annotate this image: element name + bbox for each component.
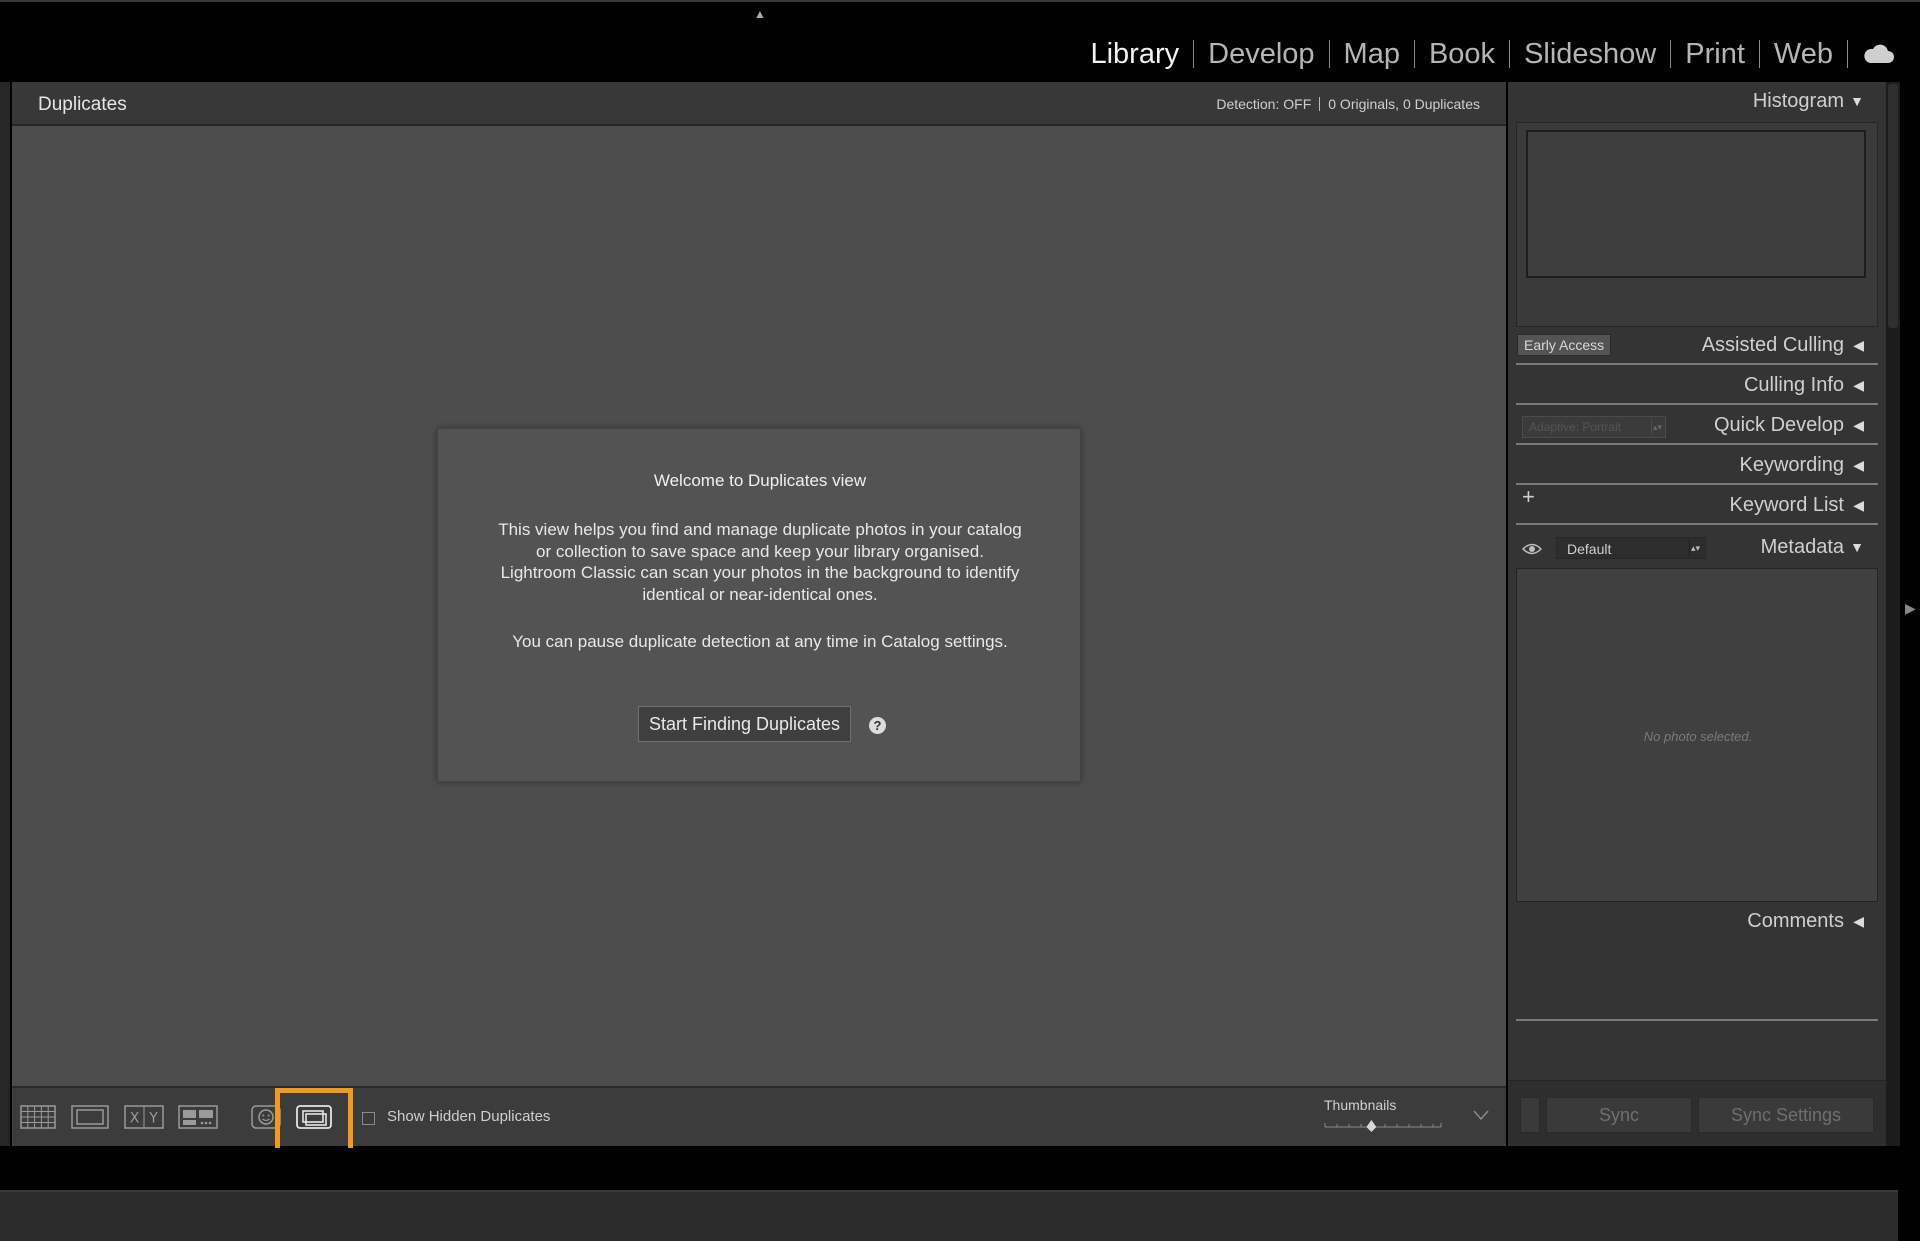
triangle-left-icon: ◀: [1853, 457, 1864, 473]
quick-develop-panel-header[interactable]: Quick Develop ◀: [1508, 406, 1886, 446]
keyword-list-title: Keyword List: [1729, 494, 1845, 516]
module-map[interactable]: Map: [1330, 38, 1414, 71]
compare-icon: X Y: [124, 1105, 164, 1129]
loupe-icon: [71, 1105, 109, 1129]
status-separator: [1319, 97, 1321, 111]
thumbnails-slider-knob[interactable]: [1366, 1120, 1377, 1132]
panel-divider: [1516, 1019, 1878, 1021]
duplicates-view-panel: Duplicates Detection: OFF 0 Originals, 0…: [12, 82, 1506, 1160]
view-toolbar: X Y Show Hidden Duplicates Thumbnails: [12, 1086, 1506, 1160]
start-finding-duplicates-button[interactable]: Start Finding Duplicates: [638, 706, 851, 742]
show-hidden-duplicates-label: Show Hidden Duplicates: [387, 1108, 551, 1125]
sync-settings-button[interactable]: Sync Settings: [1698, 1097, 1874, 1133]
dialog-note: You can pause duplicate detection at any…: [512, 632, 1008, 651]
culling-info-title: Culling Info: [1743, 374, 1844, 396]
module-print[interactable]: Print: [1671, 38, 1759, 71]
view-title: Duplicates: [38, 94, 127, 115]
cloud-icon[interactable]: [1862, 42, 1896, 66]
right-panel: Histogram ▼ Early Access Assisted Cullin…: [1508, 82, 1886, 1146]
quick-develop-title: Quick Develop: [1713, 414, 1844, 436]
keyword-list-panel-header[interactable]: Keyword List ◀: [1508, 486, 1886, 526]
module-slideshow[interactable]: Slideshow: [1510, 38, 1670, 71]
metadata-title: Metadata: [1760, 536, 1844, 558]
collapse-right-panel-icon[interactable]: ▶: [1905, 600, 1916, 620]
filmstrip-header: [0, 1148, 1920, 1190]
thumbnails-slider[interactable]: [1323, 1118, 1443, 1132]
loupe-view-button[interactable]: [68, 1102, 112, 1132]
panel-divider: [1516, 403, 1878, 405]
panel-divider: [1516, 443, 1878, 445]
help-icon[interactable]: ?: [869, 717, 886, 734]
module-develop[interactable]: Develop: [1194, 38, 1328, 71]
keywording-title: Keywording: [1739, 454, 1844, 476]
panel-divider: [1516, 363, 1878, 365]
duplicate-counts: 0 Originals, 0 Duplicates: [1328, 96, 1480, 112]
assisted-culling-panel-header[interactable]: Assisted Culling ◀: [1508, 326, 1886, 366]
svg-text:X: X: [130, 1111, 140, 1127]
dialog-description: This view helps you find and manage dupl…: [498, 520, 1022, 604]
metadata-panel-header[interactable]: Metadata ▼: [1508, 528, 1886, 568]
toolbar-menu-chevron-down-icon[interactable]: [1472, 1106, 1490, 1124]
comments-title: Comments: [1747, 910, 1844, 932]
module-library[interactable]: Library: [1076, 38, 1193, 71]
thumbnails-label: Thumbnails: [1324, 1097, 1397, 1113]
welcome-dialog: Welcome to Duplicates view This view hel…: [437, 428, 1081, 782]
auto-sync-switch[interactable]: [1520, 1097, 1540, 1133]
filmstrip: [0, 1190, 1898, 1241]
right-panel-scrollbar-thumb[interactable]: [1888, 84, 1898, 328]
module-list: Library Develop Map Book Slideshow Print…: [1076, 32, 1896, 76]
module-separator: [1847, 40, 1848, 68]
svg-text:Y: Y: [148, 1111, 158, 1127]
sync-button[interactable]: Sync: [1546, 1097, 1692, 1133]
module-picker-bar: ▲ Library Develop Map Book Slideshow Pri…: [0, 0, 1920, 80]
collapse-top-panel-icon[interactable]: ▲: [752, 8, 768, 20]
survey-icon: [178, 1105, 218, 1129]
panel-divider: [1516, 483, 1878, 485]
metadata-content: No photo selected.: [1516, 568, 1878, 902]
dialog-title: Welcome to Duplicates view: [653, 471, 867, 490]
survey-view-button[interactable]: [176, 1102, 220, 1132]
triangle-left-icon: ◀: [1853, 497, 1864, 513]
panel-divider: [1516, 523, 1878, 525]
module-web[interactable]: Web: [1760, 38, 1847, 71]
culling-info-panel-header[interactable]: Culling Info ◀: [1508, 366, 1886, 406]
detection-state: Detection: OFF: [1216, 96, 1312, 112]
module-book[interactable]: Book: [1415, 38, 1509, 71]
histogram-frame: [1516, 122, 1878, 327]
no-photo-message: No photo selected.: [1643, 729, 1753, 744]
grid-view-button[interactable]: [16, 1102, 60, 1132]
compare-view-button[interactable]: X Y: [122, 1102, 166, 1132]
histogram-title: Histogram: [1752, 90, 1844, 112]
left-panel-collapsed[interactable]: [0, 82, 10, 1146]
detection-status: Detection: OFF 0 Originals, 0 Duplicates: [1216, 96, 1480, 112]
triangle-left-icon: ◀: [1853, 417, 1864, 433]
triangle-left-icon: ◀: [1853, 377, 1864, 393]
triangle-left-icon: ◀: [1853, 337, 1864, 353]
comments-panel-header[interactable]: Comments ◀: [1508, 902, 1886, 942]
histogram-display: [1526, 130, 1866, 278]
triangle-down-icon: ▼: [1850, 539, 1864, 555]
grid-icon: [20, 1105, 56, 1129]
keywording-panel-header[interactable]: Keywording ◀: [1508, 446, 1886, 486]
triangle-down-icon: ▼: [1850, 93, 1864, 109]
assisted-culling-title: Assisted Culling: [1701, 334, 1844, 356]
view-header: Duplicates Detection: OFF 0 Originals, 0…: [12, 82, 1506, 126]
show-hidden-duplicates-checkbox[interactable]: [362, 1112, 375, 1125]
sync-area: Sync Sync Settings: [1508, 1080, 1886, 1146]
histogram-panel-header[interactable]: Histogram ▼: [1508, 82, 1886, 122]
triangle-left-icon: ◀: [1853, 913, 1864, 929]
